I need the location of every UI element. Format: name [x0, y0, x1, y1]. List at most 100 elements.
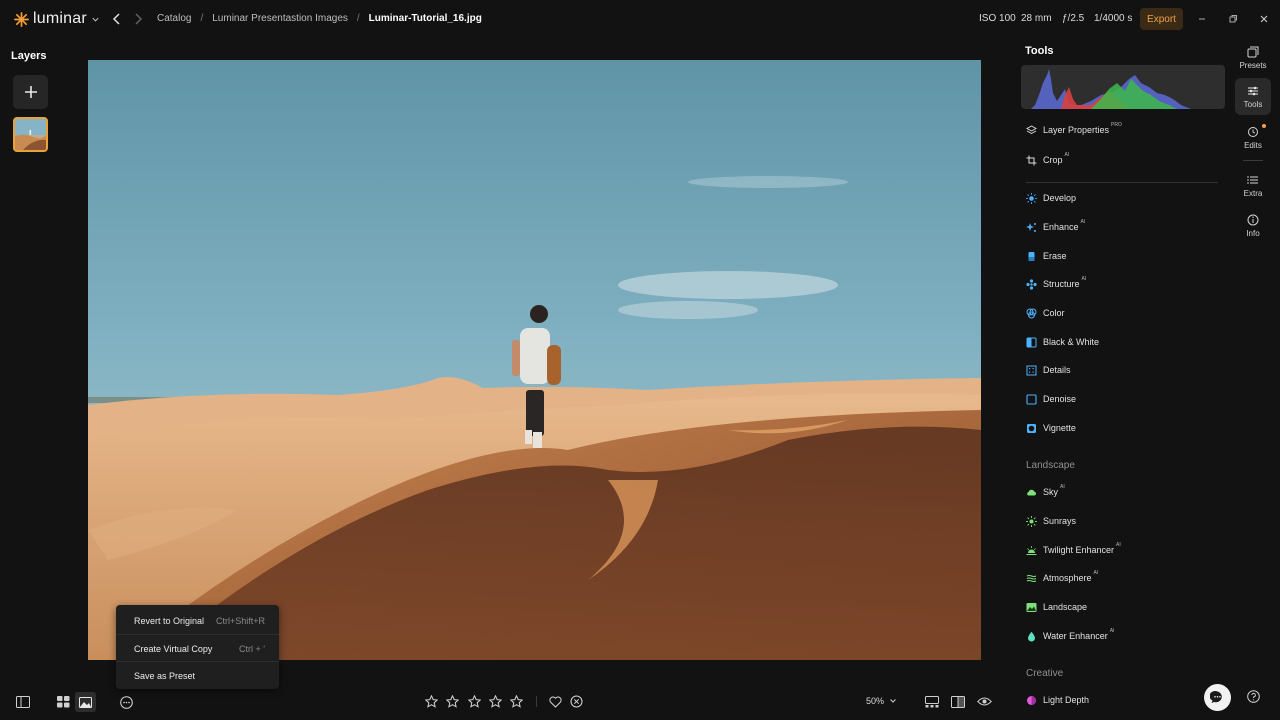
- rail-label: Presets: [1239, 61, 1267, 70]
- layers-title: Layers: [11, 50, 47, 62]
- tool-layer-properties[interactable]: Layer Properties PRO: [1026, 122, 1122, 137]
- rail-label: Info: [1246, 229, 1260, 238]
- info-icon: [1247, 214, 1259, 226]
- tool-light-depth[interactable]: Light Depth: [1026, 693, 1089, 707]
- top-bar: luminar Catalog / Luminar Presentastion …: [0, 0, 1280, 38]
- rail-info-button[interactable]: Info: [1235, 208, 1271, 244]
- more-options-button[interactable]: [117, 693, 135, 711]
- tool-sky[interactable]: Sky AI: [1026, 484, 1065, 499]
- tool-label: Color: [1043, 308, 1065, 318]
- tool-label: Sky AI: [1043, 484, 1065, 497]
- vignette-icon: [1026, 423, 1037, 434]
- breadcrumb-album[interactable]: Luminar Presentastion Images: [212, 13, 348, 24]
- toggle-sidebar-button[interactable]: [14, 693, 32, 711]
- tool-label: Twilight Enhancer AI: [1043, 542, 1121, 555]
- bw-icon: [1026, 337, 1037, 348]
- zoom-dropdown[interactable]: 50%: [866, 696, 897, 706]
- tool-badge: AI: [1081, 276, 1087, 282]
- tool-label: Denoise: [1043, 394, 1077, 404]
- sidebar-icon: [16, 696, 30, 708]
- rail-tools-button[interactable]: Tools: [1235, 78, 1271, 115]
- menu-item-create-virtual-copy[interactable]: Create Virtual Copy Ctrl + ': [116, 635, 279, 662]
- tool-label: Develop: [1043, 193, 1077, 203]
- bottom-divider: [536, 696, 537, 707]
- tool-color[interactable]: Color: [1026, 306, 1065, 320]
- rating-star-2[interactable]: [445, 694, 460, 709]
- single-image-view-button[interactable]: [75, 692, 96, 712]
- tool-atmosphere[interactable]: Atmosphere AI: [1026, 570, 1099, 585]
- tool-vignette[interactable]: Vignette: [1026, 421, 1076, 435]
- tool-badge: PRO: [1111, 122, 1122, 128]
- star-icon: [446, 695, 459, 708]
- tool-crop[interactable]: Crop AI: [1026, 152, 1069, 167]
- atmosphere-icon: [1026, 573, 1037, 584]
- minimize-icon: [1199, 18, 1205, 20]
- tool-structure[interactable]: Structure AI: [1026, 276, 1087, 291]
- tool-erase[interactable]: Erase: [1026, 249, 1067, 263]
- tool-develop[interactable]: Develop: [1026, 191, 1076, 205]
- histogram: [1021, 65, 1225, 109]
- rating-star-1[interactable]: [424, 694, 439, 709]
- tool-landscape[interactable]: Landscape: [1026, 600, 1087, 614]
- rail-extra-button[interactable]: Extra: [1235, 168, 1271, 204]
- add-layer-button[interactable]: [13, 75, 48, 109]
- rating-star-4[interactable]: [488, 694, 503, 709]
- rail-edits-button[interactable]: Edits: [1235, 120, 1271, 156]
- tool-black-and-white[interactable]: Black & White: [1026, 335, 1099, 349]
- crop-icon: [1026, 155, 1037, 166]
- tool-sunrays[interactable]: Sunrays: [1026, 514, 1076, 528]
- rating-star-5[interactable]: [509, 694, 524, 709]
- close-button[interactable]: [1254, 9, 1274, 29]
- compare-button[interactable]: [949, 693, 966, 710]
- tool-denoise[interactable]: Denoise: [1026, 392, 1076, 406]
- app-logo[interactable]: luminar: [14, 10, 100, 28]
- image-icon: [79, 696, 92, 708]
- grid-view-button[interactable]: [54, 693, 72, 711]
- help-button[interactable]: [1245, 688, 1261, 704]
- twilight-icon: [1026, 545, 1037, 556]
- feedback-chat-button[interactable]: [1204, 684, 1231, 711]
- preview-button[interactable]: [976, 693, 993, 710]
- layer-thumbnail[interactable]: [13, 117, 48, 152]
- forward-button[interactable]: [132, 12, 144, 26]
- star-icon: [489, 695, 502, 708]
- chevron-right-icon: [135, 13, 143, 25]
- menu-item-revert-to-original[interactable]: Revert to Original Ctrl+Shift+R: [116, 607, 279, 634]
- light-depth-icon: [1026, 695, 1037, 706]
- plus-icon: [24, 86, 37, 98]
- tool-label: Atmosphere AI: [1043, 570, 1099, 583]
- history-icon: [1248, 127, 1258, 137]
- menu-item-save-as-preset[interactable]: Save as Preset: [116, 662, 279, 689]
- minimize-button[interactable]: [1192, 9, 1212, 29]
- tool-label: Sunrays: [1043, 516, 1077, 526]
- grid-icon: [56, 696, 69, 708]
- tool-label: Layer Properties PRO: [1043, 122, 1122, 135]
- tool-water-enhancer[interactable]: Water Enhancer AI: [1026, 628, 1114, 643]
- breadcrumb-separator: /: [200, 13, 204, 24]
- export-button[interactable]: Export: [1140, 8, 1183, 30]
- chevron-left-icon: [112, 13, 120, 25]
- filmstrip-button[interactable]: [923, 693, 940, 710]
- main-photo[interactable]: [88, 60, 981, 660]
- restore-button[interactable]: [1223, 9, 1243, 29]
- chevron-down-icon: [890, 699, 896, 703]
- reject-button[interactable]: [569, 694, 584, 709]
- color-icon: [1026, 308, 1037, 319]
- rail-label: Edits: [1244, 141, 1262, 150]
- denoise-icon: [1026, 393, 1037, 405]
- favorite-button[interactable]: [548, 694, 563, 709]
- tool-twilight-enhancer[interactable]: Twilight Enhancer AI: [1026, 542, 1121, 557]
- breadcrumb-catalog[interactable]: Catalog: [157, 13, 191, 24]
- rating-star-3[interactable]: [467, 694, 482, 709]
- exif-shutter: 1/4000 s: [1094, 13, 1133, 24]
- chat-bubble-icon: [1210, 690, 1222, 703]
- tool-enhance[interactable]: Enhance AI: [1026, 219, 1085, 234]
- presets-icon: [1247, 46, 1259, 58]
- back-button[interactable]: [111, 12, 123, 26]
- rail-presets-button[interactable]: Presets: [1235, 40, 1271, 76]
- star-icon: [425, 695, 438, 708]
- tool-details[interactable]: Details: [1026, 363, 1071, 377]
- tool-label: Erase: [1043, 251, 1067, 261]
- breadcrumb-separator: /: [356, 13, 360, 24]
- desert-photo: [88, 60, 981, 660]
